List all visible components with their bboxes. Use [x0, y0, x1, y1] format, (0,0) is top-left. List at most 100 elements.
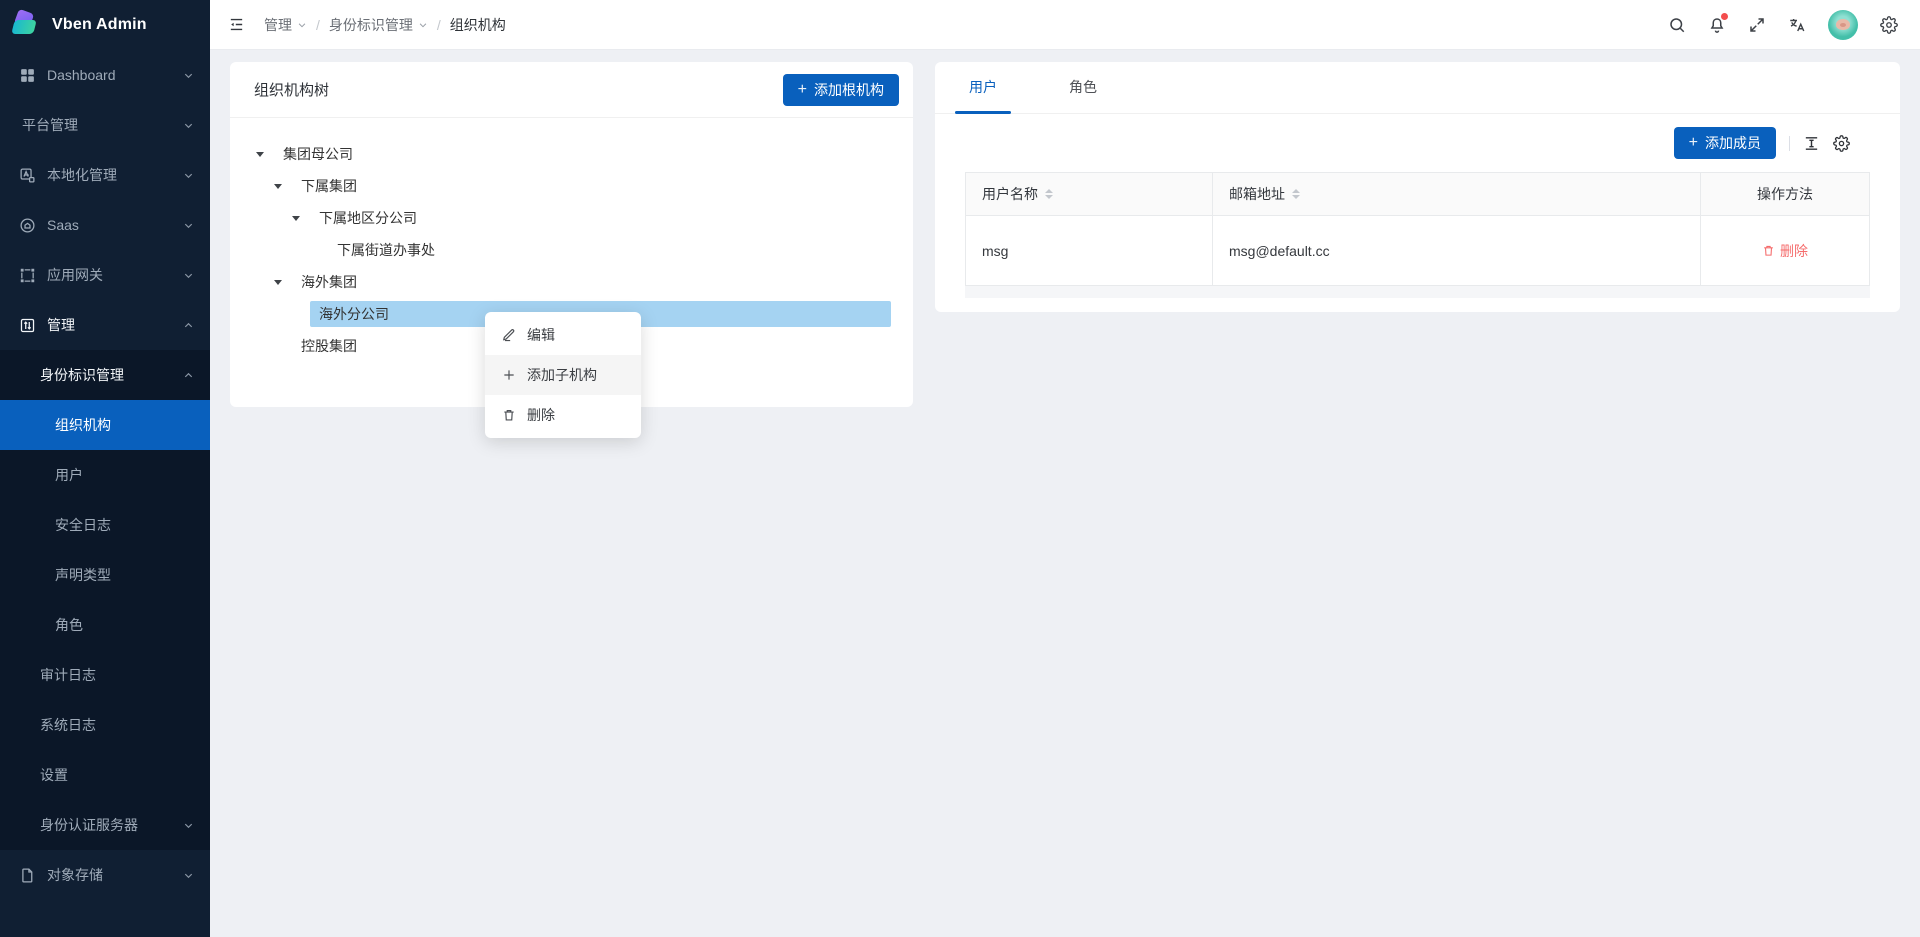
chevron-down-icon [418, 20, 428, 30]
cell-email: msg@default.cc [1213, 216, 1701, 285]
caret-down-icon[interactable] [256, 152, 274, 157]
plus-icon [502, 368, 516, 382]
trash-icon [502, 408, 516, 422]
sidebar-item-audit-log[interactable]: 审计日志 [0, 650, 210, 700]
user-avatar[interactable] [1828, 10, 1858, 40]
members-panel: 用户 角色 + 添加成员 用户名称 [935, 62, 1900, 312]
trash-icon [1762, 244, 1775, 257]
localization-icon [19, 167, 36, 184]
table-scrollbar-track [965, 286, 1870, 298]
sort-icon[interactable] [1045, 189, 1053, 199]
breadcrumb-separator: / [437, 17, 441, 33]
members-tabs: 用户 角色 [935, 62, 1900, 114]
caret-down-icon[interactable] [292, 216, 310, 221]
sidebar-item-dashboard[interactable]: Dashboard [0, 50, 210, 100]
manage-icon [19, 317, 36, 334]
table-settings-gear-icon[interactable] [1833, 135, 1850, 152]
search-icon[interactable] [1660, 8, 1694, 42]
app-title: Vben Admin [52, 16, 147, 34]
fullscreen-icon[interactable] [1740, 8, 1774, 42]
saas-icon [19, 217, 36, 234]
breadcrumb: 管理 / 身份标识管理 / 组织机构 [264, 15, 506, 35]
sidebar-item-localization[interactable]: 本地化管理 [0, 150, 210, 200]
edit-icon [502, 328, 516, 342]
sidebar-item-gateway[interactable]: 应用网关 [0, 250, 210, 300]
sidebar: Vben Admin Dashboard 平台管理 本地化管理 [0, 0, 210, 937]
users-table-header: 用户名称 邮箱地址 操作方法 [965, 172, 1870, 216]
sidebar-item-settings[interactable]: 设置 [0, 750, 210, 800]
column-header-actions: 操作方法 [1701, 173, 1869, 215]
tree-node-group-parent[interactable]: 集团母公司 [256, 138, 893, 170]
tree-node-regional-branch[interactable]: 下属地区分公司 [256, 202, 893, 234]
sidebar-item-security-log[interactable]: 安全日志 [0, 500, 210, 550]
header-actions [1660, 8, 1906, 42]
sidebar-item-manage[interactable]: 管理 [0, 300, 210, 350]
notification-bell-icon[interactable] [1700, 8, 1734, 42]
context-menu-delete[interactable]: 删除 [485, 395, 641, 435]
breadcrumb-item-organization: 组织机构 [450, 15, 506, 35]
column-header-email[interactable]: 邮箱地址 [1213, 173, 1701, 215]
logo[interactable]: Vben Admin [0, 0, 210, 50]
delete-member-button[interactable]: 删除 [1762, 241, 1808, 261]
users-table: 用户名称 邮箱地址 操作方法 msg msg@default.cc [965, 172, 1870, 286]
notification-badge [1721, 13, 1728, 20]
app-root: Vben Admin Dashboard 平台管理 本地化管理 [0, 0, 1920, 937]
add-root-org-button[interactable]: + 添加根机构 [783, 74, 899, 106]
chevron-down-icon [183, 870, 194, 881]
manage-submenu: 身份标识管理 组织机构 用户 安全日志 声明类型 角色 [0, 350, 210, 850]
tree-context-menu: 编辑 添加子机构 删除 [485, 312, 641, 438]
sidebar-item-identity-management[interactable]: 身份标识管理 [0, 350, 210, 400]
add-member-button[interactable]: + 添加成员 [1674, 127, 1776, 159]
sidebar-item-system-log[interactable]: 系统日志 [0, 700, 210, 750]
tab-roles[interactable]: 角色 [1055, 62, 1111, 113]
breadcrumb-separator: / [316, 17, 320, 33]
tree-node-sub-group[interactable]: 下属集团 [256, 170, 893, 202]
chevron-down-icon [183, 70, 194, 81]
sidebar-menu: Dashboard 平台管理 本地化管理 Saas [0, 50, 210, 900]
sidebar-item-users[interactable]: 用户 [0, 450, 210, 500]
chevron-up-icon [183, 320, 194, 331]
context-menu-edit[interactable]: 编辑 [485, 315, 641, 355]
preferences-gear-icon[interactable] [1872, 8, 1906, 42]
sidebar-item-roles[interactable]: 角色 [0, 600, 210, 650]
sidebar-item-claim-type[interactable]: 声明类型 [0, 550, 210, 600]
breadcrumb-item-manage[interactable]: 管理 [264, 15, 307, 35]
chevron-up-icon [183, 370, 194, 381]
caret-down-icon[interactable] [274, 280, 292, 285]
chevron-down-icon [297, 20, 307, 30]
caret-down-icon[interactable] [274, 184, 292, 189]
context-menu-add-child-org[interactable]: 添加子机构 [485, 355, 641, 395]
vben-logo-icon [13, 11, 43, 39]
file-icon [19, 867, 36, 884]
org-tree-panel-header: 组织机构树 + 添加根机构 [230, 62, 913, 118]
toolbar-divider [1789, 136, 1790, 151]
members-toolbar: + 添加成员 [935, 114, 1900, 172]
plus-icon: + [798, 82, 807, 98]
chevron-down-icon [183, 270, 194, 281]
top-header: 管理 / 身份标识管理 / 组织机构 [210, 0, 1920, 50]
chevron-down-icon [183, 820, 194, 831]
tree-node-overseas-group[interactable]: 海外集团 [256, 266, 893, 298]
chevron-down-icon [183, 120, 194, 131]
chevron-down-icon [183, 220, 194, 231]
dashboard-icon [19, 67, 36, 84]
sidebar-collapse-icon[interactable] [220, 9, 252, 41]
table-row: msg msg@default.cc 删除 [965, 216, 1870, 286]
sidebar-item-organization[interactable]: 组织机构 [0, 400, 210, 450]
sidebar-item-platform[interactable]: 平台管理 [0, 100, 210, 150]
sidebar-item-identity-server[interactable]: 身份认证服务器 [0, 800, 210, 850]
tab-users[interactable]: 用户 [955, 62, 1011, 113]
sidebar-item-object-storage[interactable]: 对象存储 [0, 850, 210, 900]
sidebar-item-saas[interactable]: Saas [0, 200, 210, 250]
chevron-down-icon [183, 170, 194, 181]
translate-icon[interactable] [1780, 8, 1814, 42]
breadcrumb-item-identity[interactable]: 身份标识管理 [329, 15, 428, 35]
column-header-username[interactable]: 用户名称 [966, 173, 1213, 215]
cell-username: msg [966, 216, 1213, 285]
cell-actions: 删除 [1701, 216, 1869, 285]
sort-icon[interactable] [1292, 189, 1300, 199]
tree-node-street-office[interactable]: 下属街道办事处 [256, 234, 893, 266]
panel-title: 组织机构树 [254, 79, 329, 100]
plus-icon: + [1689, 135, 1698, 151]
row-height-icon[interactable] [1803, 135, 1820, 152]
